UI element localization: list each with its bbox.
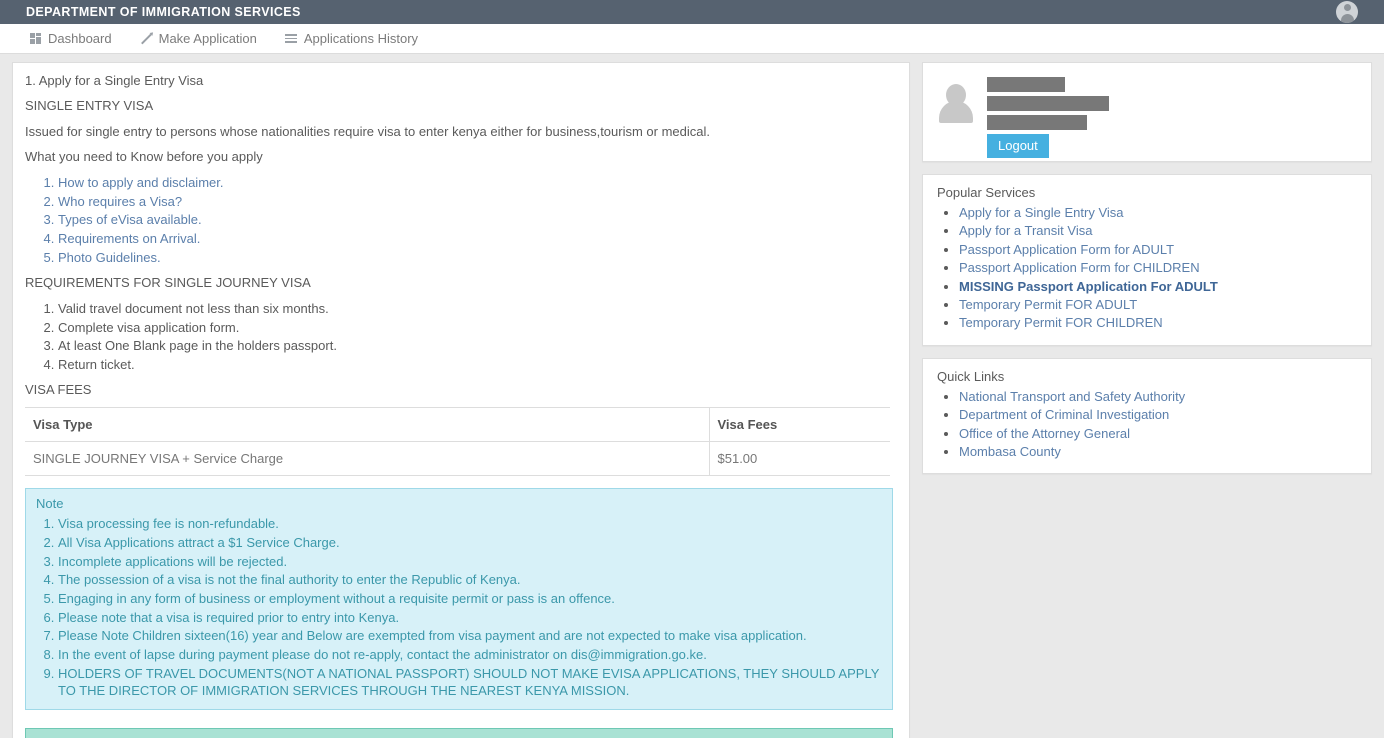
list-item: Visa processing fee is non-refundable.: [58, 515, 882, 532]
table-row: SINGLE JOURNEY VISA + Service Charge $51…: [25, 441, 890, 477]
list-item[interactable]: Apply for a Single Entry Visa: [959, 204, 1359, 221]
link-missing-passport-adult[interactable]: MISSING Passport Application For ADULT: [959, 279, 1218, 294]
list-item: The possession of a visa is not the fina…: [58, 571, 882, 588]
link-types-of-evisa[interactable]: Types of eVisa available.: [58, 212, 202, 227]
link-passport-children[interactable]: Passport Application Form for CHILDREN: [959, 260, 1200, 275]
link-photo-guidelines[interactable]: Photo Guidelines.: [58, 250, 161, 265]
list-item: Complete visa application form.: [58, 319, 897, 336]
list-item: HOLDERS OF TRAVEL DOCUMENTS(NOT A NATION…: [58, 665, 882, 699]
link-who-requires-visa[interactable]: Who requires a Visa?: [58, 194, 182, 209]
link-attorney-general[interactable]: Office of the Attorney General: [959, 426, 1130, 441]
main-column: 1. Apply for a Single Entry Visa SINGLE …: [12, 62, 910, 738]
link-how-to-apply[interactable]: How to apply and disclaimer.: [58, 175, 223, 190]
list-item: Incomplete applications will be rejected…: [58, 553, 882, 570]
list-item[interactable]: Types of eVisa available.: [58, 211, 897, 228]
user-id-redacted: [987, 115, 1087, 130]
link-mombasa-county[interactable]: Mombasa County: [959, 444, 1061, 459]
main-nav: Dashboard Make Application Applications …: [0, 24, 1384, 54]
page-body: 1. Apply for a Single Entry Visa SINGLE …: [0, 54, 1384, 738]
popular-services-panel: Popular Services Apply for a Single Entr…: [922, 174, 1372, 346]
note-box: Note Visa processing fee is non-refundab…: [25, 488, 893, 711]
user-profile-card: Logout: [922, 62, 1372, 162]
link-temporary-permit-children[interactable]: Temporary Permit FOR CHILDREN: [959, 315, 1163, 330]
user-circle-icon[interactable]: [1336, 1, 1358, 23]
link-requirements-on-arrival[interactable]: Requirements on Arrival.: [58, 231, 200, 246]
know-before-heading: What you need to Know before you apply: [25, 148, 263, 164]
nav-label-make-application: Make Application: [158, 31, 257, 46]
list-item[interactable]: Requirements on Arrival.: [58, 230, 897, 247]
list-item[interactable]: National Transport and Safety Authority: [959, 388, 1359, 405]
table-body: SINGLE JOURNEY VISA + Service Charge $51…: [25, 441, 890, 477]
sidebar-column: Logout Popular Services Apply for a Sing…: [922, 62, 1372, 475]
requirements-list: Valid travel document not less than six …: [25, 300, 897, 373]
list-item[interactable]: Department of Criminal Investigation: [959, 406, 1359, 423]
visa-fees-table: Visa Type Visa Fees SINGLE JOURNEY VISA …: [25, 407, 890, 477]
visa-info-card: 1. Apply for a Single Entry Visa SINGLE …: [12, 62, 910, 738]
link-transit-visa[interactable]: Apply for a Transit Visa: [959, 223, 1092, 238]
list-item[interactable]: Apply for a Transit Visa: [959, 222, 1359, 239]
quick-links-list: National Transport and Safety Authority …: [937, 388, 1359, 461]
user-avatar-icon: [937, 81, 975, 129]
list-item: In the event of lapse during payment ple…: [58, 646, 882, 663]
pencil-icon: [140, 33, 152, 45]
user-email-redacted: [987, 96, 1109, 111]
list-item[interactable]: Who requires a Visa?: [58, 193, 897, 210]
app-title: DEPARTMENT OF IMMIGRATION SERVICES: [26, 5, 301, 19]
app-header: DEPARTMENT OF IMMIGRATION SERVICES: [0, 0, 1384, 24]
list-item[interactable]: Photo Guidelines.: [58, 249, 897, 266]
list-item: Please note that a visa is required prio…: [58, 609, 882, 626]
list-icon: [284, 34, 297, 44]
visa-description: Issued for single entry to persons whose…: [25, 123, 711, 139]
table-header-row: Visa Type Visa Fees: [25, 407, 890, 443]
list-item: Please Note Children sixteen(16) year an…: [58, 627, 882, 644]
note-list: Visa processing fee is non-refundable. A…: [36, 515, 882, 699]
list-item[interactable]: Temporary Permit FOR ADULT: [959, 296, 1359, 313]
quick-links-title: Quick Links: [937, 368, 1005, 384]
user-details: Logout: [987, 75, 1109, 158]
link-passport-adult[interactable]: Passport Application Form for ADULT: [959, 242, 1174, 257]
step-title: 1. Apply for a Single Entry Visa: [25, 73, 204, 88]
fees-heading: VISA FEES: [25, 382, 92, 398]
list-item[interactable]: Temporary Permit FOR CHILDREN: [959, 314, 1359, 331]
visa-title: SINGLE ENTRY VISA: [25, 98, 154, 114]
table-head: Visa Type Visa Fees: [25, 407, 890, 443]
popular-services-title: Popular Services: [937, 185, 1036, 200]
popular-services-list: Apply for a Single Entry Visa Apply for …: [937, 204, 1359, 332]
column-header-visa-fees: Visa Fees: [709, 407, 890, 443]
note-title: Note: [36, 496, 64, 512]
link-dci[interactable]: Department of Criminal Investigation: [959, 407, 1169, 422]
special-note-box: Special Note Do NOT submit a visa applic…: [25, 728, 893, 738]
list-item[interactable]: Mombasa County: [959, 443, 1359, 460]
list-item[interactable]: Office of the Attorney General: [959, 425, 1359, 442]
cell-visa-type: SINGLE JOURNEY VISA + Service Charge: [25, 441, 710, 477]
link-temporary-permit-adult[interactable]: Temporary Permit FOR ADULT: [959, 297, 1137, 312]
list-item[interactable]: Passport Application Form for CHILDREN: [959, 259, 1359, 276]
list-item: At least One Blank page in the holders p…: [58, 337, 897, 354]
nav-item-applications-history[interactable]: Applications History: [284, 31, 419, 46]
list-item: Engaging in any form of business or empl…: [58, 590, 882, 607]
quick-links-panel: Quick Links National Transport and Safet…: [922, 357, 1372, 475]
nav-item-dashboard[interactable]: Dashboard: [30, 31, 112, 46]
list-item[interactable]: How to apply and disclaimer.: [58, 174, 897, 191]
list-item[interactable]: MISSING Passport Application For ADULT: [959, 278, 1359, 295]
logout-button[interactable]: Logout: [987, 134, 1049, 158]
cell-visa-fee: $51.00: [709, 441, 890, 477]
user-name-redacted: [987, 77, 1065, 92]
nav-label-applications-history: Applications History: [303, 31, 419, 46]
grid-icon: [30, 33, 41, 44]
link-single-entry-visa[interactable]: Apply for a Single Entry Visa: [959, 205, 1124, 220]
nav-item-make-application[interactable]: Make Application: [140, 31, 257, 46]
link-ntsa[interactable]: National Transport and Safety Authority: [959, 389, 1185, 404]
column-header-visa-type: Visa Type: [25, 407, 710, 443]
visa-info-body: 1. Apply for a Single Entry Visa SINGLE …: [13, 63, 909, 738]
list-item: Return ticket.: [58, 356, 897, 373]
list-item: Valid travel document not less than six …: [58, 300, 897, 317]
nav-label-dashboard: Dashboard: [48, 31, 112, 46]
list-item[interactable]: Passport Application Form for ADULT: [959, 241, 1359, 258]
requirements-heading: REQUIREMENTS FOR SINGLE JOURNEY VISA: [25, 274, 311, 290]
list-item: All Visa Applications attract a $1 Servi…: [58, 534, 882, 551]
know-before-list: How to apply and disclaimer. Who require…: [25, 174, 897, 266]
